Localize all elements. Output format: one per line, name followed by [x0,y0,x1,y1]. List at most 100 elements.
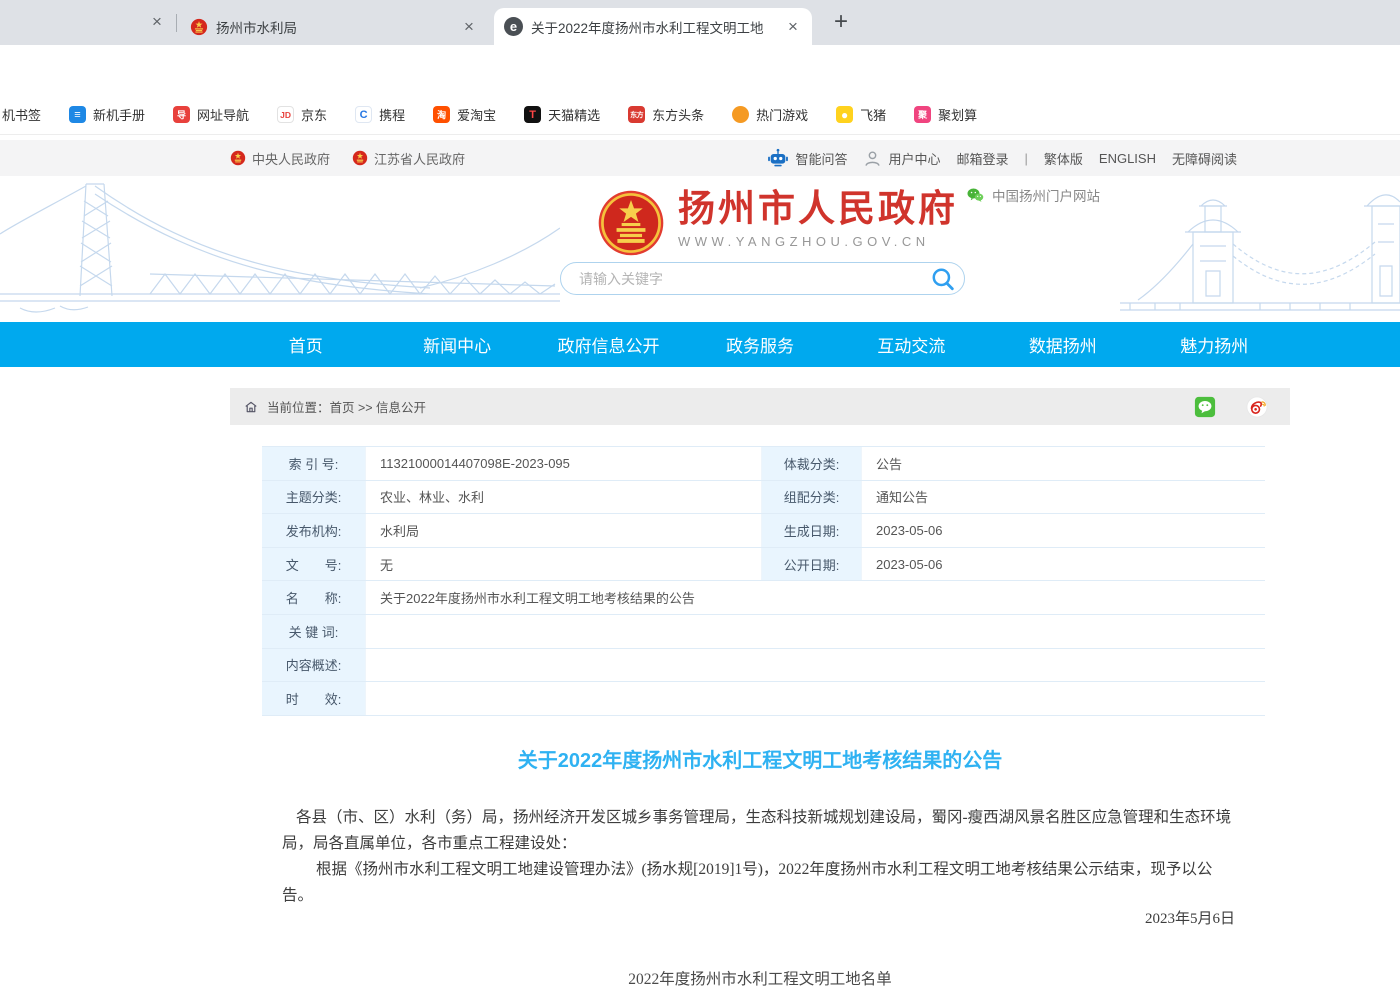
share-weibo-icon[interactable] [1246,396,1268,418]
tab-announcement-active[interactable]: e 关于2022年度扬州市水利工程文明工地 × [494,8,812,45]
wechat-icon [966,186,984,204]
close-tab-icon[interactable]: × [460,18,478,36]
nav-item-home[interactable]: 首页 [230,322,381,367]
bookmark-item[interactable]: ●飞猪 [836,105,886,124]
bookmark-item[interactable]: ≡新机手册 [69,105,145,124]
table-row: 名 称: 关于2022年度扬州市水利工程文明工地考核结果的公告 [262,581,1265,615]
e-logo-favicon: e [504,17,523,36]
meta-label-genre: 体裁分类: [762,447,862,480]
search-icon[interactable] [930,266,956,292]
new-tab-button[interactable]: + [826,8,856,38]
bookmark-item[interactable]: 机书签 [2,105,41,124]
mail-login-link[interactable]: 邮箱登录 [956,149,1008,168]
nav-item-services[interactable]: 政务服务 [684,322,835,367]
nav-item-news[interactable]: 新闻中心 [381,322,532,367]
bookmark-favicon: 导 [173,106,190,123]
gov-emblem-icon [352,150,368,166]
meta-value-created-date: 2023-05-06 [862,514,1265,547]
article-body: 各县（市、区）水利（务）局，扬州经济开发区城乡事务管理局，生态科技新城规划建设局… [282,805,1235,909]
site-name: 扬州市人民政府 [678,189,958,231]
robot-icon [767,147,789,169]
meta-label-keywords: 关 键 词: [262,615,366,648]
tab-strip: × 扬州市水利局 × e 关于2022年度扬州市水利工程文明工地 × + [0,0,1400,45]
bookmark-favicon: ≡ [69,106,86,123]
meta-label-name: 名 称: [262,581,366,614]
meta-label-created-date: 生成日期: [762,514,862,547]
smart-qa-link[interactable]: 智能问答 [767,147,847,169]
meta-label-topic: 主题分类: [262,481,366,514]
bookmark-item[interactable]: T天猫精选 [524,105,600,124]
english-link[interactable]: ENGLISH [1099,151,1156,166]
breadcrumb[interactable]: 当前位置：首页 >> 信息公开 [230,388,1290,425]
bookmark-item[interactable]: C携程 [355,105,405,124]
meta-value-genre: 公告 [862,447,1265,480]
document-meta-table: 索 引 号: 11321000014407098E-2023-095 体裁分类:… [262,446,1265,716]
table-row: 主题分类: 农业、林业、水利 组配分类: 通知公告 [262,481,1265,515]
bookmark-item[interactable]: 淘爱淘宝 [433,105,496,124]
bookmark-item[interactable]: 导网址导航 [173,105,249,124]
article-date: 2023年5月6日 [282,907,1235,928]
bookmark-favicon: 淘 [433,106,450,123]
link-jiangsu-government[interactable]: 江苏省人民政府 [352,149,465,168]
bookmark-item[interactable]: 东方东方头条 [628,105,704,124]
site-search [560,262,965,295]
meta-value-group: 通知公告 [862,481,1265,514]
tab-separator [176,14,177,32]
nav-item-charm[interactable]: 魅力扬州 [1139,322,1290,367]
meta-value-validity [366,682,1265,715]
search-input[interactable] [577,270,930,288]
traditional-chinese-link[interactable]: 繁体版 [1044,149,1083,168]
meta-label-public-date: 公开日期: [762,548,862,581]
article-title: 关于2022年度扬州市水利工程文明工地考核结果的公告 [230,744,1290,773]
meta-value-topic: 农业、林业、水利 [366,481,762,514]
bookmark-item[interactable]: JD京东 [277,105,327,124]
meta-label-doc-no: 文 号: [262,548,366,581]
nav-item-data[interactable]: 数据扬州 [987,322,1138,367]
browser-toolbar: 不安全 yangzhou.gov.cn/yzszxxgk/slj/202305/… [0,45,1400,95]
table-row: 文 号: 无 公开日期: 2023-05-06 [262,548,1265,582]
main-nav: 首页 新闻中心 政府信息公开 政务服务 互动交流 数据扬州 魅力扬州 [0,322,1400,367]
meta-value-doc-no: 无 [366,548,762,581]
link-central-government[interactable]: 中央人民政府 [230,149,330,168]
meta-label-validity: 时 效: [262,682,366,715]
portal-wechat-link[interactable]: 中国扬州门户网站 [966,185,1100,205]
meta-value-name: 关于2022年度扬州市水利工程文明工地考核结果的公告 [366,581,1265,614]
bookmark-favicon: T [524,106,541,123]
share-wechat-icon[interactable] [1194,396,1216,418]
nav-item-interaction[interactable]: 互动交流 [836,322,987,367]
site-banner: 扬州市人民政府 WWW.YANGZHOU.GOV.CN 中国扬州门户网站 [0,176,1400,322]
bookmark-item[interactable]: 热门游戏 [732,105,808,124]
site-logo[interactable]: 扬州市人民政府 WWW.YANGZHOU.GOV.CN [597,189,958,257]
meta-label-issuer: 发布机构: [262,514,366,547]
bookmark-item[interactable]: 聚聚划算 [914,105,977,124]
tab-title: 扬州市水利局 [216,17,452,37]
divider: | [1025,151,1028,166]
user-icon [863,149,882,168]
meta-value-public-date: 2023-05-06 [862,548,1265,581]
close-tab-icon[interactable]: × [784,18,802,36]
table-row: 关 键 词: [262,615,1265,649]
meta-value-issuer: 水利局 [366,514,762,547]
bookmark-favicon: C [355,106,372,123]
accessibility-link[interactable]: 无障碍阅读 [1172,149,1237,168]
close-tab-icon[interactable]: × [148,13,166,31]
civilized-site-list-title: 2022年度扬州市水利工程文明工地名单 [230,967,1290,989]
bookmark-favicon: ● [836,106,853,123]
article-paragraph: 根据《扬州市水利工程文明工地建设管理办法》(扬水规[2019]1号)，2022年… [282,857,1235,909]
table-row: 发布机构: 水利局 生成日期: 2023-05-06 [262,514,1265,548]
page-content: 当前位置：首页 >> 信息公开 索 引 号: 11321000014407098… [0,367,1400,997]
bookmark-favicon: 东方 [628,106,645,123]
user-center-link[interactable]: 用户中心 [863,149,940,168]
bookmark-favicon: JD [277,106,294,123]
site-domain: WWW.YANGZHOU.GOV.CN [678,234,958,249]
browser-window: × 扬州市水利局 × e 关于2022年度扬州市水利工程文明工地 × + 不安全… [0,0,1400,997]
meta-value-summary [366,649,1265,682]
home-breadcrumb-icon [244,400,258,414]
tab-yangzhou-water-bureau[interactable]: 扬州市水利局 × [180,8,488,45]
bridge-artwork-left [0,176,560,322]
table-row: 内容概述: [262,649,1265,683]
meta-label-summary: 内容概述: [262,649,366,682]
nav-item-info-disclosure[interactable]: 政府信息公开 [533,322,684,367]
table-row: 时 效: [262,682,1265,716]
article-paragraph: 各县（市、区）水利（务）局，扬州经济开发区城乡事务管理局，生态科技新城规划建设局… [282,805,1235,857]
